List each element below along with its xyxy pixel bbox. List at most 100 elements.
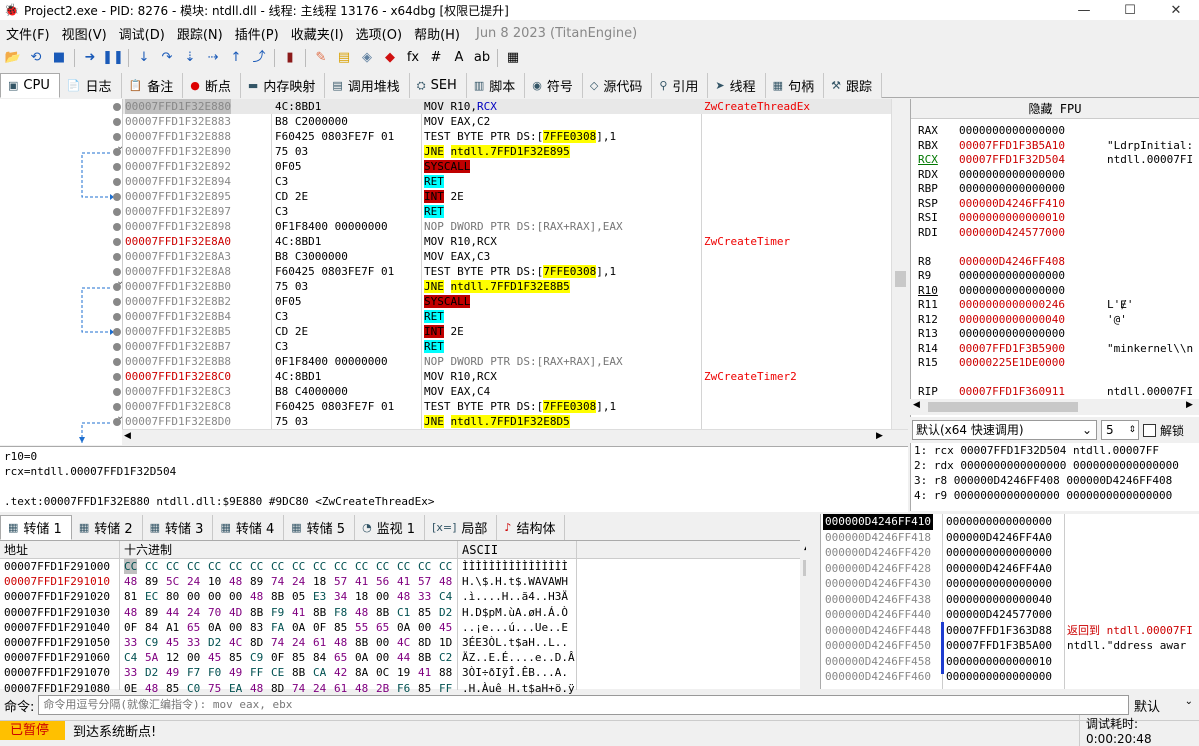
scroll-right-icon[interactable]: ▶: [1186, 400, 1193, 410]
dump-byte[interactable]: 49: [229, 665, 242, 680]
dump-byte[interactable]: 19: [397, 665, 410, 680]
tab-references[interactable]: ⚲ 引用: [652, 73, 709, 98]
step-into-icon[interactable]: ↓: [134, 48, 154, 68]
register-row[interactable]: R12 0000000000000040 '@': [911, 313, 1199, 328]
disasm-row[interactable]: 00007FFD1F32E892 0F05 SYSCALL: [123, 159, 896, 174]
register-row[interactable]: RDI 000000D424577000: [911, 226, 1199, 241]
dump-byte[interactable]: 80: [166, 589, 179, 604]
register-row[interactable]: RSI 0000000000000010: [911, 211, 1199, 226]
breakpoint-dot[interactable]: [113, 327, 121, 336]
execute-till-return-icon[interactable]: ↑: [226, 48, 246, 68]
stack-row[interactable]: 000000D4246FF438 0000000000000040: [821, 592, 1199, 608]
minimize-button[interactable]: —: [1061, 3, 1107, 18]
dump-byte[interactable]: 85: [418, 605, 431, 620]
disasm-row[interactable]: 00007FFD1F32E8C0 4C:8BD1 MOV R10,RCX ZwCrea…: [123, 369, 896, 384]
dump-byte[interactable]: 41: [397, 574, 410, 589]
disasm-row[interactable]: 00007FFD1F32E8B2 0F05 SYSCALL: [123, 294, 896, 309]
dump-byte[interactable]: D2: [208, 635, 221, 650]
dump-byte[interactable]: 85: [292, 650, 305, 665]
disasm-row[interactable]: 00007FFD1F32E8C8 F60425 0803FE7F 01 TEST B…: [123, 399, 896, 414]
stack-row[interactable]: 000000D4246FF450 00007FFD1F3B5A00 ntdll."d…: [821, 638, 1199, 654]
function-icon[interactable]: fx: [403, 48, 423, 68]
breakpoint-dot[interactable]: [113, 387, 121, 396]
disasm-row[interactable]: 00007FFD1F32E8A0 4C:8BD1 MOV R10,RCX ZwCrea…: [123, 234, 896, 249]
label-icon[interactable]: ◈: [357, 48, 377, 68]
disasm-row[interactable]: 00007FFD1F32E8A3 B8 C3000000 MOV EAX,C3: [123, 249, 896, 264]
dump-byte[interactable]: 8D: [250, 635, 263, 650]
run-icon[interactable]: ➜: [80, 48, 100, 68]
disasm-row[interactable]: 00007FFD1F32E890 75 03 JNE ntdll.7FFD1F32E…: [123, 144, 896, 159]
dump-byte[interactable]: C4: [124, 650, 137, 665]
dump-row[interactable]: 00007FFD1F291020 81 EC 80 00 00 00 48 8B 05 E3 34 18…: [0, 589, 818, 604]
dump-byte[interactable]: F7: [187, 665, 200, 680]
registers-hscroll[interactable]: ◀ ▶: [910, 399, 1199, 415]
scroll-thumb[interactable]: [928, 402, 1078, 412]
scroll-left-icon[interactable]: ◀: [913, 400, 920, 410]
dump-byte[interactable]: 44: [397, 650, 410, 665]
dump-byte[interactable]: 48: [334, 635, 347, 650]
menu-item[interactable]: 视图(V): [56, 24, 113, 43]
breakpoint-dot[interactable]: [113, 162, 121, 171]
dump-byte[interactable]: 0F: [313, 620, 326, 635]
dump-byte[interactable]: 5C: [166, 574, 179, 589]
dump-byte[interactable]: F0: [208, 665, 221, 680]
disassembly-view[interactable]: 00007FFD1F32E880 4C:8BD1 MOV R10,RCX ZwCrea…: [122, 99, 896, 429]
dump-byte[interactable]: 48: [229, 574, 242, 589]
tab-handles[interactable]: ▦ 句柄: [765, 73, 825, 98]
tab-dump-1[interactable]: ▦ 转储 1: [0, 515, 72, 540]
disasm-row[interactable]: 00007FFD1F32E8B0 75 03 JNE ntdll.7FFD1F32E…: [123, 279, 896, 294]
dump-byte[interactable]: D2: [145, 665, 158, 680]
dump-byte[interactable]: FF: [250, 665, 263, 680]
argument-row[interactable]: 4: r9 0000000000000000 0000000000000000: [911, 488, 1199, 503]
stop-icon[interactable]: ■: [49, 48, 69, 68]
dump-byte[interactable]: F8: [334, 605, 347, 620]
dump-byte[interactable]: 8B: [271, 589, 284, 604]
maximize-button[interactable]: ☐: [1107, 3, 1153, 18]
dump-byte[interactable]: 00: [187, 589, 200, 604]
dump-byte[interactable]: 41: [292, 605, 305, 620]
dump-byte[interactable]: 12: [166, 650, 179, 665]
dump-byte[interactable]: 8A: [355, 665, 368, 680]
tab-locals-7[interactable]: [x=] 局部: [425, 515, 498, 540]
dump-byte[interactable]: F9: [271, 605, 284, 620]
dump-byte[interactable]: 61: [313, 635, 326, 650]
dump-byte[interactable]: 00: [187, 650, 200, 665]
dump-row[interactable]: 00007FFD1F291040 0F 84 A1 65 0A 00 83 FA 0A 0F 85 55…: [0, 620, 818, 635]
disasm-row[interactable]: 00007FFD1F32E8A8 F60425 0803FE7F 01 TEST B…: [123, 264, 896, 279]
dump-byte[interactable]: 00: [229, 620, 242, 635]
dump-byte[interactable]: CC: [292, 559, 305, 574]
disasm-row[interactable]: 00007FFD1F32E8C3 B8 C4000000 MOV EAX,C4: [123, 384, 896, 399]
dump-row[interactable]: 00007FFD1F291050 33 C9 45 33 D2 4C 8D 74 24 61 48 8B…: [0, 635, 818, 650]
dump-byte[interactable]: 00: [376, 650, 389, 665]
register-row[interactable]: R13 0000000000000000: [911, 327, 1199, 342]
breakpoint-dot[interactable]: [113, 402, 121, 411]
dump-byte[interactable]: 34: [334, 589, 347, 604]
scroll-right-icon[interactable]: ▶: [876, 431, 883, 441]
stack-row[interactable]: 000000D4246FF460 0000000000000000: [821, 669, 1199, 685]
argument-row[interactable]: 2: rdx 0000000000000000 0000000000000000: [911, 458, 1199, 473]
dump-byte[interactable]: 0F: [124, 620, 137, 635]
dump-byte[interactable]: 85: [334, 620, 347, 635]
dump-byte[interactable]: 48: [397, 589, 410, 604]
breakpoint-dot[interactable]: [113, 267, 121, 276]
stack-row[interactable]: 000000D4246FF410 0000000000000000: [821, 514, 1199, 530]
dump-byte[interactable]: 0A: [397, 620, 410, 635]
menu-item[interactable]: 选项(O): [350, 24, 408, 43]
dump-row[interactable]: 00007FFD1F291010 48 89 5C 24 10 48 89 74 24 18 57 41…: [0, 574, 818, 589]
dump-byte[interactable]: 24: [187, 605, 200, 620]
dump-byte[interactable]: CC: [418, 559, 431, 574]
disasm-row[interactable]: 00007FFD1F32E880 4C:8BD1 MOV R10,RCX ZwCrea…: [123, 99, 896, 114]
dump-byte[interactable]: 49: [166, 665, 179, 680]
dump-byte[interactable]: 8D: [418, 635, 431, 650]
breakpoint-dot[interactable]: [113, 342, 121, 351]
tab-symbol[interactable]: ◉ 符号: [525, 73, 583, 98]
breakpoint-dot[interactable]: [113, 207, 121, 216]
tab-dump-4[interactable]: ▦ 转储 4: [213, 515, 285, 540]
dump-byte[interactable]: CC: [439, 559, 452, 574]
breakpoint-dot[interactable]: [113, 132, 121, 141]
dump-byte[interactable]: CC: [250, 559, 263, 574]
dump-byte[interactable]: 24: [292, 635, 305, 650]
hash-icon[interactable]: #: [426, 48, 446, 68]
tab-script[interactable]: ▥ 脚本: [466, 73, 526, 98]
dump-byte[interactable]: 74: [271, 635, 284, 650]
